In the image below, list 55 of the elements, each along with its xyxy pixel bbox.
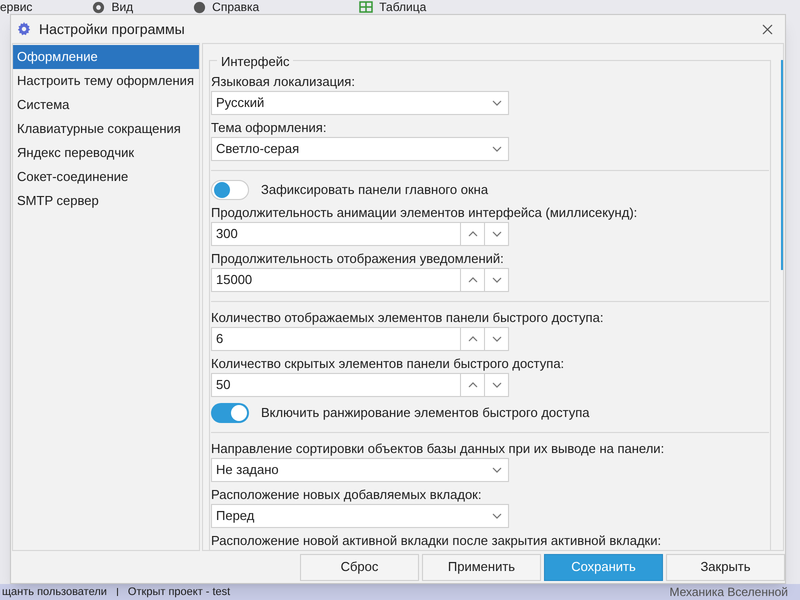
field-label: Тема оформления: <box>211 118 328 137</box>
number-field[interactable]: 50 <box>211 373 509 397</box>
chevron-down-icon <box>492 146 502 152</box>
sidebar-item[interactable]: Клавиатурные сокращения <box>13 117 199 141</box>
chevron-up-icon <box>468 382 478 388</box>
toggle-switch[interactable] <box>211 180 249 200</box>
toggle-label: Включить ранжирование элементов быстрого доступа <box>261 404 590 422</box>
chevron-down-icon <box>492 277 502 283</box>
window-title: Настройки программы <box>39 20 185 39</box>
sidebar-item[interactable]: SMTP сервер <box>13 189 199 213</box>
status-text: Открыт проект - test <box>128 586 230 598</box>
number-field[interactable]: 6 <box>211 327 509 351</box>
chevron-down-icon <box>492 382 502 388</box>
field-label: Расположение новой активной вкладки после закрытия активной вкладки: <box>211 532 662 550</box>
dropdown-field[interactable]: Перед <box>211 504 509 528</box>
field-label: Количество скрытых элементов панели быстрого доступа: <box>211 354 566 373</box>
field-label: Направление сортировки объектов базы данных при их выводе на панели: <box>211 440 666 458</box>
sidebar-item[interactable]: Сокет-соединение <box>13 165 199 189</box>
dialog-button[interactable]: Сброс <box>300 554 419 580</box>
scrollbar-thumb[interactable] <box>781 60 783 270</box>
dialog-button[interactable]: Закрыть <box>666 554 785 580</box>
chevron-down-icon <box>492 231 502 237</box>
field-label: Количество отображаемых элементов панели быстрого доступа: <box>211 308 604 327</box>
gear-icon <box>17 22 31 36</box>
field-label: Продолжительность отображения уведомлений: <box>211 250 505 268</box>
chevron-down-icon <box>492 513 502 519</box>
status-text: щанть пользователи <box>2 586 107 598</box>
dropdown-field[interactable]: Светло-серая <box>211 137 509 161</box>
dropdown-field[interactable]: Русский <box>211 91 509 115</box>
menu-item[interactable]: ервис <box>0 1 32 13</box>
number-field[interactable]: 300 <box>211 222 509 246</box>
chevron-up-icon <box>468 336 478 342</box>
sidebar-item[interactable]: Система <box>13 93 199 117</box>
menu-item[interactable]: Таблица <box>379 1 426 13</box>
sidebar-item[interactable]: Яндекс переводчик <box>13 141 199 165</box>
project-name: Механика Вселенной <box>669 586 788 598</box>
chevron-down-icon <box>492 467 502 473</box>
field-label: Продолжительность анимации элементов интерфейса (миллисекунд): <box>211 204 638 222</box>
chevron-down-icon <box>492 100 502 106</box>
chevron-up-icon <box>468 277 478 283</box>
sidebar-item[interactable]: Настроить тему оформления <box>13 69 199 93</box>
menu-item[interactable]: Справка <box>212 1 260 13</box>
toggle-switch[interactable] <box>211 403 249 423</box>
number-field[interactable]: 15000 <box>211 268 509 292</box>
dialog-button[interactable]: Применить <box>422 554 541 580</box>
chevron-down-icon <box>492 336 502 342</box>
menu-item[interactable]: Вид <box>111 1 134 13</box>
table-icon <box>359 1 374 13</box>
sidebar-item[interactable]: Оформление <box>13 45 199 69</box>
field-label: Языковая локализация: <box>211 72 356 91</box>
close-icon <box>762 24 772 34</box>
toggle-label: Зафиксировать панели главного окна <box>261 181 488 200</box>
chevron-up-icon <box>468 231 478 237</box>
field-label: Расположение новых добавляемых вкладок: <box>211 486 482 504</box>
dropdown-field[interactable]: Не задано <box>211 458 509 482</box>
